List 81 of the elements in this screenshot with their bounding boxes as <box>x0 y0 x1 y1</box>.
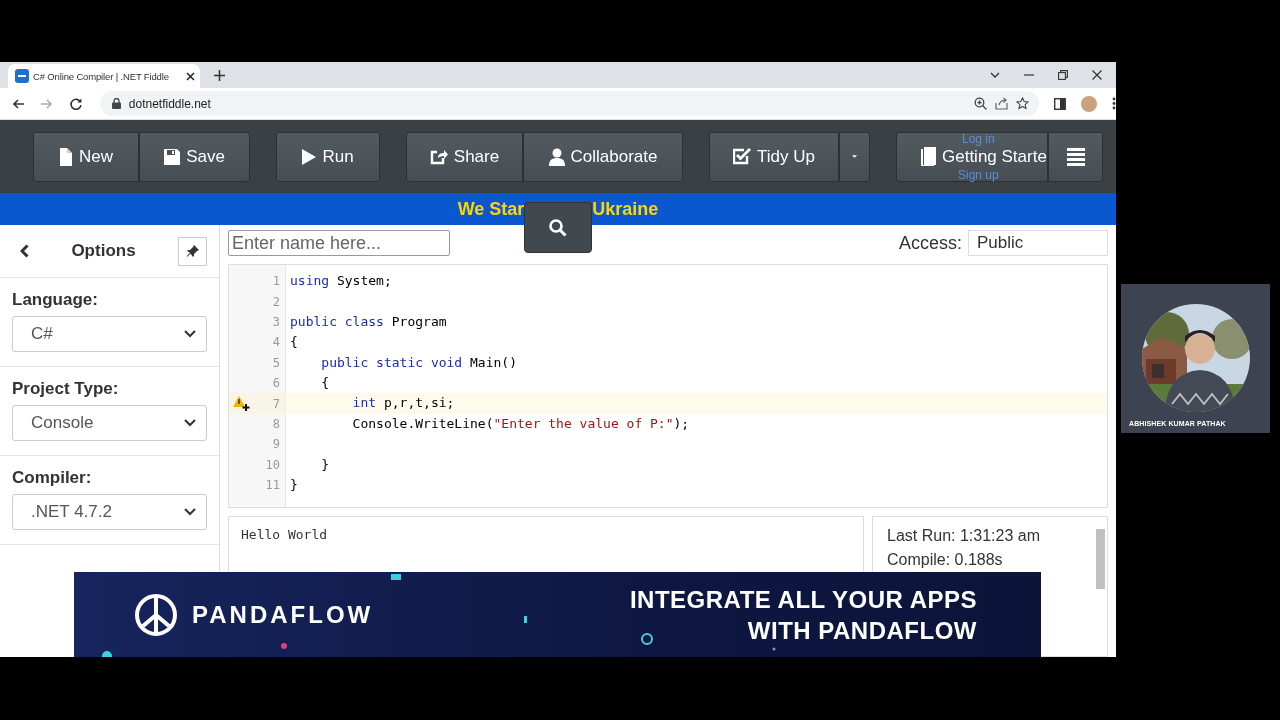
line-number: 9 <box>272 437 280 452</box>
search-icon <box>549 218 567 237</box>
ad-headline: INTEGRATE ALL YOUR APPS <box>629 584 977 615</box>
tidy-button[interactable]: Tidy Up <box>709 131 839 182</box>
name-field[interactable]: Enter name here... <box>228 230 450 256</box>
line-number: 7 <box>272 396 280 411</box>
dropdown-field[interactable]: C# <box>12 316 207 352</box>
sidebar-title: Options <box>70 241 137 261</box>
star-icon[interactable] <box>1016 97 1030 110</box>
line-number: 4 <box>272 335 280 350</box>
share-icon <box>429 148 448 165</box>
line-number: 11 <box>265 478 280 493</box>
side-panel-icon[interactable] <box>1054 97 1067 110</box>
run-button[interactable]: Run <box>276 131 380 182</box>
code-line: } <box>290 475 298 494</box>
code-line: public static void Main() <box>320 353 517 372</box>
lock-icon <box>111 98 121 109</box>
file-icon <box>59 147 73 166</box>
reload-icon[interactable] <box>68 96 83 111</box>
code-editor[interactable]: 1 using System; 2 3 public class Program 4 { 5 public static void Main() 6 { 7 int p,r,t,si; 8 Console.WriteLine("Enter the value of P:"); 9 10 } 11 } <box>228 264 1108 508</box>
pin-icon <box>186 245 199 257</box>
book-icon <box>921 147 936 166</box>
pin-button[interactable] <box>178 236 207 266</box>
checkbox-icon <box>733 148 751 165</box>
chevron-left-icon[interactable] <box>20 244 29 258</box>
dropdown-field[interactable]: Console <box>12 405 207 441</box>
line-number: 10 <box>265 457 280 472</box>
line-number: 2 <box>272 294 280 309</box>
code-line: using System; <box>290 272 392 290</box>
collaborate-button[interactable]: Collaborate <box>523 131 683 182</box>
zoom-icon[interactable] <box>974 97 988 110</box>
access-field[interactable]: Public <box>968 230 1108 256</box>
access-label: Access: <box>898 232 962 254</box>
ad-headline: WITH PANDAFLOW <box>747 615 977 646</box>
new-tab-icon[interactable] <box>214 70 225 81</box>
address-bar[interactable]: dotnetfiddle.net <box>99 91 1040 116</box>
banner-text: We Star <box>457 198 525 220</box>
more-options-icon[interactable] <box>1112 97 1116 110</box>
field-label: Project Type: <box>12 379 120 399</box>
field-label: Language: <box>12 290 99 310</box>
chevron-down-icon <box>184 508 196 516</box>
code-line: int p,r,t,si; <box>351 394 455 413</box>
chevron-down-icon <box>184 419 196 427</box>
field-label: Compiler: <box>12 468 93 488</box>
play-icon <box>302 148 317 165</box>
close-icon[interactable] <box>186 71 195 81</box>
code-line: Console.WriteLine("Enter the value of P:"); <box>351 414 690 433</box>
logo-icon <box>134 592 178 637</box>
ad-banner[interactable]: PANDAFLOW INTEGRATE ALL YOUR APPS WITH PANDAFLOW <box>74 572 1041 657</box>
menu-button[interactable] <box>1048 131 1103 182</box>
menu-icon <box>1066 147 1085 166</box>
line-number: 3 <box>272 314 280 329</box>
browser-tab[interactable]: C# Online Compiler | .NET Fiddle <box>8 64 200 88</box>
line-number: 6 <box>272 376 280 391</box>
line-number: 8 <box>272 416 280 431</box>
line-number: 1 <box>272 274 280 289</box>
chevron-down-icon[interactable] <box>990 72 1000 78</box>
site-favicon-icon <box>15 69 29 83</box>
restore-icon[interactable] <box>1058 70 1068 80</box>
line-number: 5 <box>272 355 280 370</box>
scrollbar-thumb[interactable] <box>1096 529 1105 589</box>
code-line: { <box>320 373 330 392</box>
share-icon[interactable] <box>995 97 1009 110</box>
code-line: { <box>290 333 298 352</box>
dropdown-field[interactable]: .NET 4.7.2 <box>12 494 207 530</box>
share-button[interactable]: Share <box>406 131 523 182</box>
ad-brand: PANDAFLOW <box>192 600 374 629</box>
save-button[interactable]: Save <box>139 131 250 182</box>
user-icon <box>548 147 565 166</box>
new-button[interactable]: New <box>33 131 139 182</box>
stat-text: Compile: 0.188s <box>887 551 1004 569</box>
warning-icon[interactable] <box>233 396 250 412</box>
code-line: } <box>320 455 330 474</box>
search-button[interactable] <box>524 202 592 253</box>
close-icon[interactable] <box>1092 70 1102 80</box>
stat-text: Last Run: 1:31:23 am <box>887 527 1041 545</box>
caret-icon <box>852 154 857 159</box>
output-text: Hello World <box>241 527 328 542</box>
code-line: public class Program <box>290 312 447 331</box>
chevron-down-icon <box>184 330 196 338</box>
banner-text: Ukraine <box>592 198 659 220</box>
